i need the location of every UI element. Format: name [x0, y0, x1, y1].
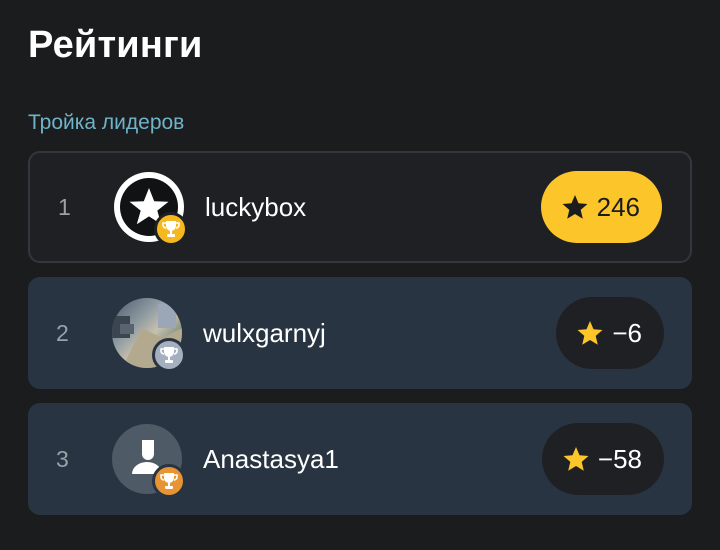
score-badge: −6	[556, 297, 664, 369]
gold-trophy-icon	[154, 212, 188, 246]
silver-trophy-icon	[152, 338, 186, 372]
star-icon	[562, 195, 588, 219]
avatar[interactable]	[114, 172, 188, 246]
username[interactable]: Anastasya1	[203, 444, 339, 475]
rank-number: 1	[58, 193, 71, 220]
bronze-trophy-icon	[152, 464, 186, 498]
leader-row-1[interactable]: 1 luckybox 246	[28, 151, 692, 263]
score-badge: −58	[541, 423, 664, 495]
score-value: −6	[612, 317, 642, 348]
score-value: 246	[596, 191, 640, 222]
section-title: Тройка лидеров	[28, 111, 185, 134]
username[interactable]: wulxgarnyj	[203, 318, 326, 349]
page-title: Рейтинги	[28, 24, 203, 66]
leaders-list: 1 luckybox 246 2 wulxgarnyj −6 3 Anastas…	[28, 151, 692, 529]
score-value: −58	[597, 443, 642, 474]
star-icon	[577, 321, 603, 345]
rank-number: 2	[56, 319, 69, 346]
rank-number: 3	[56, 445, 69, 472]
username[interactable]: luckybox	[205, 192, 306, 223]
avatar[interactable]	[112, 424, 186, 498]
score-badge: 246	[540, 171, 662, 243]
avatar[interactable]	[112, 298, 186, 372]
star-icon	[563, 447, 589, 471]
leader-row-3[interactable]: 3 Anastasya1 −58	[28, 403, 692, 515]
leader-row-2[interactable]: 2 wulxgarnyj −6	[28, 277, 692, 389]
